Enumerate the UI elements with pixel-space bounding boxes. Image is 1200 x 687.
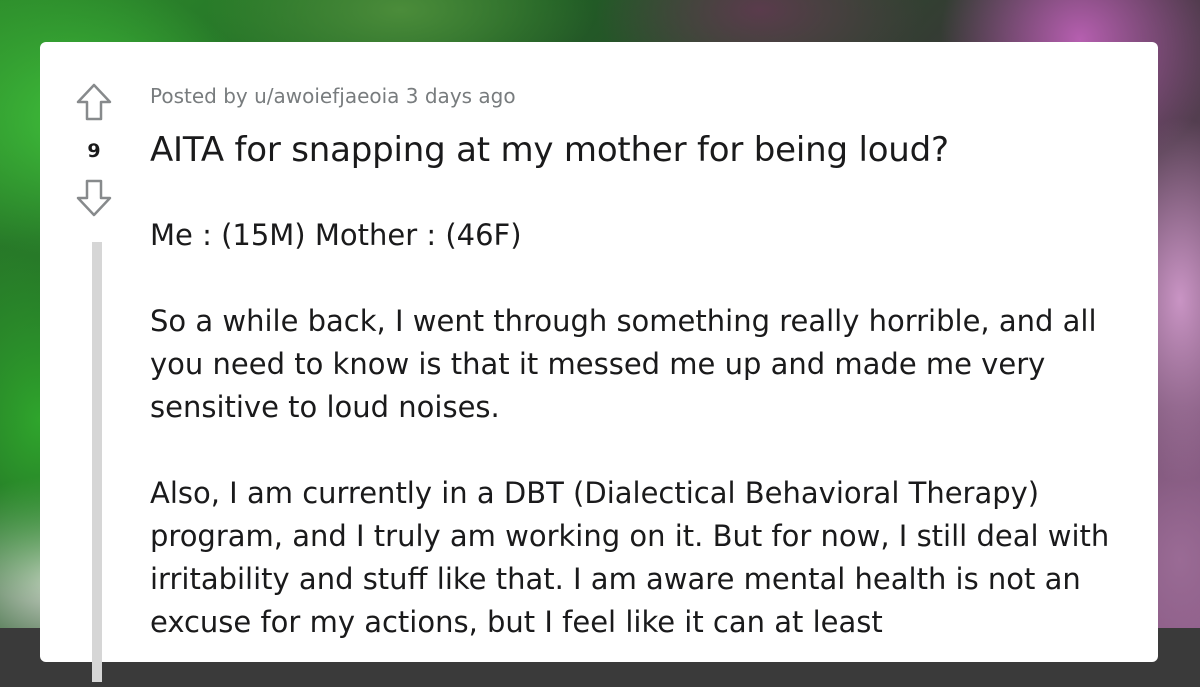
post-meta[interactable]: Posted by u/awoiefjaeoia 3 days ago: [150, 84, 516, 108]
post-card: 9 Posted by u/awoiefjaeoia 3 days ago AI…: [40, 42, 1158, 682]
vote-score: 9: [87, 140, 101, 162]
body-paragraph: Me : (15M) Mother : (46F): [150, 218, 522, 252]
upvote-button[interactable]: [76, 82, 112, 122]
arrow-up-outline-icon: [76, 83, 112, 121]
thread-line[interactable]: [92, 242, 102, 682]
post-body: Me : (15M) Mother : (46F) So a while bac…: [150, 214, 1110, 687]
downvote-button[interactable]: [76, 178, 112, 218]
body-paragraph: So a while back, I went through somethin…: [150, 304, 1097, 424]
post-title[interactable]: AITA for snapping at my mother for being…: [150, 130, 949, 170]
arrow-down-outline-icon: [76, 179, 112, 217]
body-paragraph: Also, I am currently in a DBT (Dialectic…: [150, 476, 1110, 639]
